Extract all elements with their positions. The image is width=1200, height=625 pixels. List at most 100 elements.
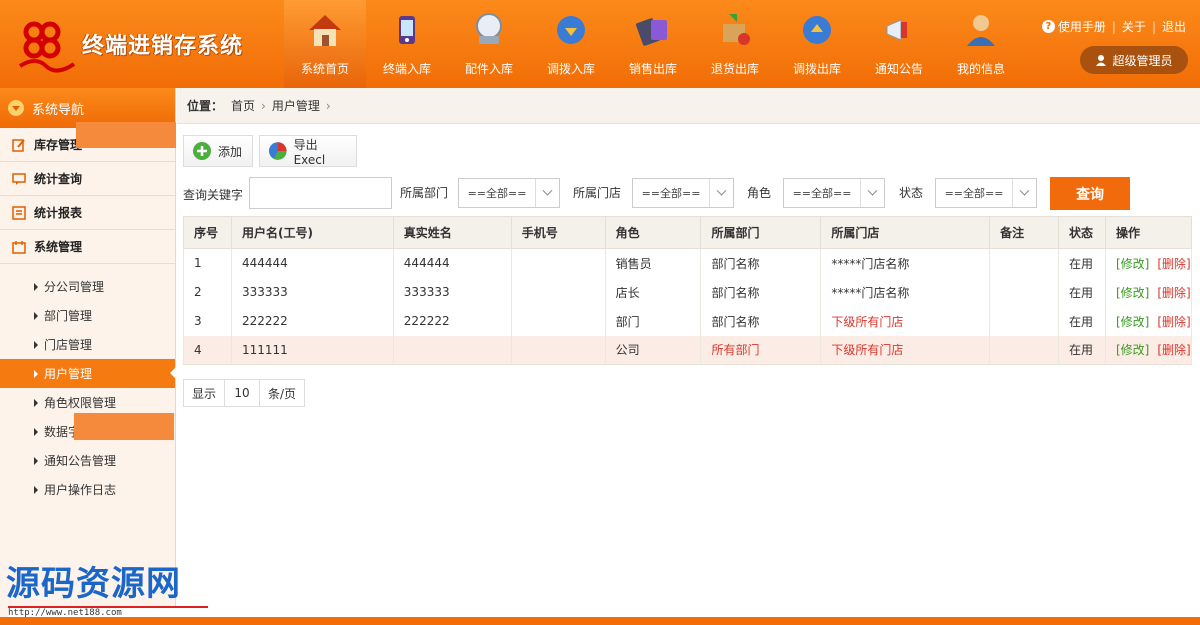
app-title: 终端进销存系统 (82, 34, 244, 59)
china-unicom-knot-icon (18, 21, 76, 73)
nav-item-transfer-in[interactable]: 调拨入库 (530, 0, 612, 88)
cell-actions: [修改] [删除] (1105, 306, 1192, 336)
sidebar-group-query[interactable]: 统计查询 (0, 162, 175, 196)
collapse-icon[interactable] (8, 100, 24, 116)
cell-status: 在用 (1058, 277, 1106, 307)
cell-dept: 部门名称 (700, 306, 822, 336)
cell-no: 1 (183, 248, 232, 278)
breadcrumb-home[interactable]: 首页 (231, 97, 255, 114)
delete-link[interactable]: [删除] (1157, 315, 1190, 329)
col-header: 状态 (1058, 216, 1106, 249)
watermark: 源码资源网 http://www.net188.com (6, 556, 208, 618)
edit-icon (12, 138, 25, 152)
cell-realname (392, 335, 512, 365)
table-row[interactable]: 4 111111 公司 所有部门 下级所有门店 在用 [修改] [删除] (183, 335, 1192, 365)
divider: | (1111, 19, 1116, 34)
role-select[interactable]: ==全部== (783, 178, 885, 208)
cell-realname: 444444 (392, 248, 512, 278)
user-profile-icon (967, 15, 995, 46)
store-label: 所属门店 (573, 186, 622, 200)
edit-link[interactable]: [修改] (1116, 257, 1149, 271)
sidebar-item-users[interactable]: 用户管理 (0, 359, 176, 388)
cell-no: 4 (183, 335, 232, 365)
col-header: 备注 (989, 216, 1060, 249)
cell-store: 下级所有门店 (820, 335, 991, 365)
chat-icon (12, 172, 26, 185)
sidebar-title: 系统导航 (32, 102, 85, 118)
table-header-row: 序号 用户名(工号) 真实姓名 手机号 角色 所属部门 所属门店 备注 状态 操… (183, 216, 1192, 249)
status-select[interactable]: ==全部== (935, 178, 1037, 208)
nav-item-return-out[interactable]: 退货出库 (694, 0, 776, 88)
edit-link[interactable]: [修改] (1116, 286, 1149, 300)
keyword-label: 查询关键字 (183, 188, 244, 202)
dept-select[interactable]: ==全部== (458, 178, 560, 208)
manual-link[interactable]: 使用手册 (1058, 18, 1106, 35)
nav-item-my-info[interactable]: 我的信息 (940, 0, 1022, 88)
cell-username: 111111 (230, 335, 394, 365)
caret-right-icon (34, 427, 38, 436)
cell-role: 销售员 (604, 248, 702, 278)
add-button[interactable]: 添加 (183, 135, 253, 167)
home-icon (309, 15, 341, 46)
query-button[interactable]: 查询 (1050, 177, 1130, 210)
delete-link[interactable]: [删除] (1157, 343, 1190, 357)
divider: | (1151, 19, 1156, 34)
sidebar-item-branch[interactable]: 分公司管理 (0, 272, 175, 301)
megaphone-icon (886, 19, 907, 41)
nav-item-notice[interactable]: 通知公告 (858, 0, 940, 88)
edit-link[interactable]: [修改] (1116, 315, 1149, 329)
table-row[interactable]: 1 444444 444444 销售员 部门名称 *****门店名称 在用 [修… (183, 248, 1192, 278)
cell-phone (510, 277, 606, 307)
nav-item-transfer-out[interactable]: 调拨出库 (776, 0, 858, 88)
nav-item-home[interactable]: 系统首页 (284, 0, 366, 88)
cell-phone (510, 335, 606, 365)
top-nav: 系统首页 终端入库 配件入库 调拨入库 销售出库 退货出库 调拨出库 通知公告 (284, 0, 1022, 88)
list-icon (12, 205, 26, 220)
chevron-down-icon (1012, 179, 1036, 207)
chevron-down-icon (535, 179, 559, 207)
sidebar-item-department[interactable]: 部门管理 (0, 301, 175, 330)
edit-link[interactable]: [修改] (1116, 343, 1149, 357)
sidebar-item-user-logs[interactable]: 用户操作日志 (0, 475, 175, 504)
sidebar-item-store[interactable]: 门店管理 (0, 330, 175, 359)
delete-link[interactable]: [删除] (1157, 286, 1190, 300)
cell-no: 2 (183, 277, 232, 307)
breadcrumb: 位置： 首页 › 用户管理 › (177, 88, 1200, 124)
cell-note (989, 277, 1060, 307)
page-size-value[interactable]: 10 (224, 380, 261, 406)
sidebar-item-notice-admin[interactable]: 通知公告管理 (0, 446, 175, 475)
accessory-import-icon (476, 13, 502, 44)
cell-role: 公司 (604, 335, 702, 365)
keyword-input[interactable] (249, 177, 392, 209)
caret-right-icon (34, 340, 38, 349)
cell-note (989, 335, 1060, 365)
cell-dept: 所有部门 (700, 335, 822, 365)
export-excel-button[interactable]: 导出Execl (259, 135, 357, 167)
breadcrumb-prefix: 位置： (187, 99, 224, 113)
sidebar-group-system[interactable]: 系统管理 (0, 230, 175, 264)
col-header: 真实姓名 (392, 216, 512, 249)
breadcrumb-current: 用户管理 (271, 99, 320, 113)
cell-role: 部门 (604, 306, 702, 336)
cell-realname: 333333 (392, 277, 512, 307)
sidebar-group-reports[interactable]: 统计报表 (0, 196, 175, 230)
pie-chart-icon (268, 142, 287, 160)
table-row[interactable]: 3 222222 222222 部门 部门名称 下级所有门店 在用 [修改] [删… (183, 306, 1192, 336)
cell-username: 444444 (230, 248, 394, 278)
pager-unit-label: 条/页 (268, 386, 297, 401)
cell-realname: 222222 (392, 306, 512, 336)
sales-out-icon (636, 18, 667, 46)
nav-item-accessory-in[interactable]: 配件入库 (448, 0, 530, 88)
table-row[interactable]: 2 333333 333333 店长 部门名称 *****门店名称 在用 [修改… (183, 277, 1192, 307)
nav-item-sales-out[interactable]: 销售出库 (612, 0, 694, 88)
current-user-badge[interactable]: 超级管理员 (1080, 46, 1188, 74)
cell-note (989, 306, 1060, 336)
about-link[interactable]: 关于 (1122, 18, 1146, 35)
nav-item-terminal-in[interactable]: 终端入库 (366, 0, 448, 88)
col-header: 操作 (1105, 216, 1192, 249)
footer-bar (0, 617, 1200, 625)
logout-link[interactable]: 退出 (1162, 18, 1186, 35)
delete-link[interactable]: [删除] (1157, 257, 1190, 271)
store-select[interactable]: ==全部== (632, 178, 734, 208)
top-links: ? 使用手册 | 关于 | 退出 (1041, 18, 1186, 35)
